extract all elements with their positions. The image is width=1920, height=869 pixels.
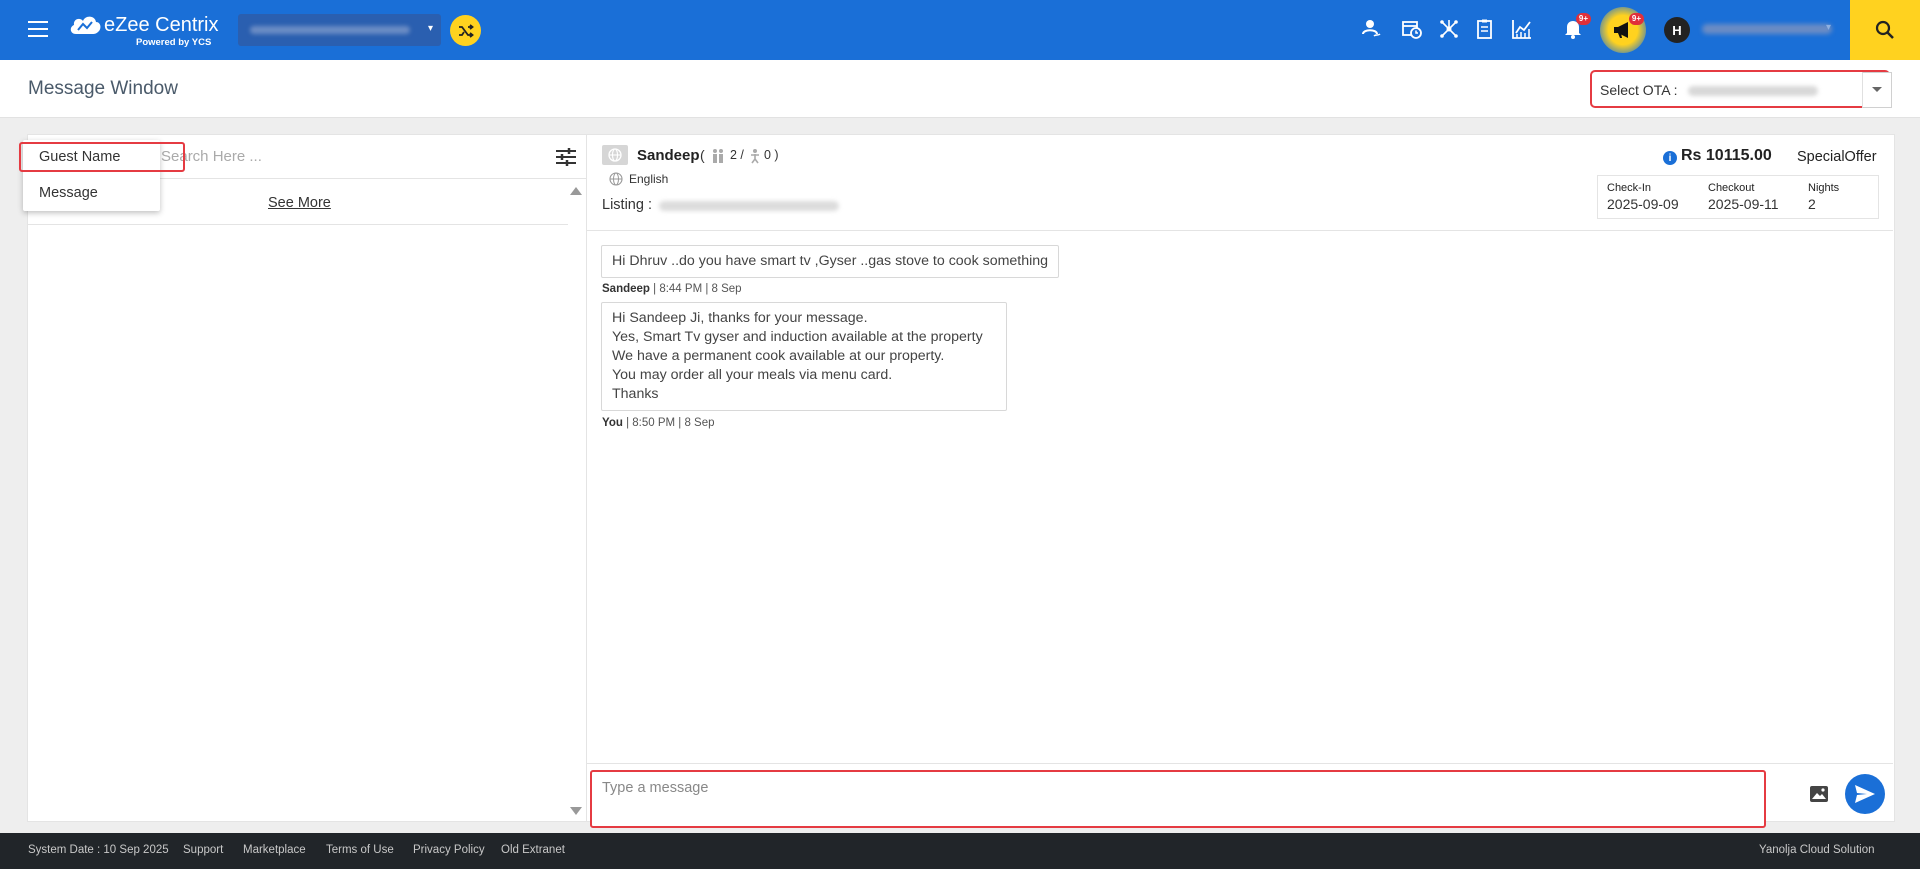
message-time: | 8:44 PM | 8 Sep xyxy=(649,283,742,295)
footer-link-privacy[interactable]: Privacy Policy xyxy=(413,844,485,856)
scroll-up-arrow[interactable] xyxy=(570,187,582,195)
ota-value-redacted xyxy=(1688,86,1818,96)
checkout-label: Checkout xyxy=(1708,182,1755,194)
message-line: Yes, Smart Tv gyser and induction availa… xyxy=(612,329,983,345)
info-icon[interactable]: i xyxy=(1663,151,1677,165)
search-field-dropdown: Guest Name Message xyxy=(19,140,185,211)
logo-text: eZee Centrix xyxy=(104,14,219,36)
send-button[interactable] xyxy=(1845,774,1885,814)
dropdown-item-message[interactable]: Message xyxy=(23,176,160,210)
message-thread: Hi Dhruv ..do you have smart tv ,Gyser .… xyxy=(587,232,1893,762)
message-time: | 8:50 PM | 8 Sep xyxy=(622,417,715,429)
conversation-header: Sandeep ( 2 / 0 ) English Listing : i Rs… xyxy=(587,135,1893,231)
nights-column: Nights 2 xyxy=(1808,182,1839,212)
guest-paren: ( xyxy=(700,147,705,163)
guest-name: Sandeep xyxy=(637,147,700,164)
ota-select[interactable]: Select OTA : xyxy=(1590,70,1890,108)
message-sender: Sandeep xyxy=(602,283,650,295)
message-input[interactable] xyxy=(602,780,1742,816)
checkin-value: 2025-09-09 xyxy=(1607,196,1679,212)
announcement-button[interactable]: 9+ xyxy=(1586,0,1660,60)
message-bubble-guest: Hi Dhruv ..do you have smart tv ,Gyser .… xyxy=(601,245,1060,278)
footer-link-old-extranet[interactable]: Old Extranet xyxy=(501,844,565,856)
clipboard-icon[interactable] xyxy=(1471,15,1499,43)
system-date: System Date : 10 Sep 2025 xyxy=(28,844,169,856)
menu-icon[interactable] xyxy=(28,21,48,37)
message-line: Hi Dhruv ..do you have smart tv ,Gyser .… xyxy=(612,253,1049,269)
compose-area xyxy=(587,763,1893,828)
message-line: We have a permanent cook available at ou… xyxy=(612,348,945,364)
adults-icon xyxy=(713,149,723,163)
footer-link-terms[interactable]: Terms of Use xyxy=(326,844,394,856)
nights-value: 2 xyxy=(1808,196,1816,212)
calendar-clock-icon[interactable] xyxy=(1398,15,1426,43)
footer-link-marketplace[interactable]: Marketplace xyxy=(243,844,306,856)
cloud-logo-icon xyxy=(70,16,101,34)
property-selector[interactable]: ▾ xyxy=(238,14,441,46)
message-input-box xyxy=(590,770,1766,828)
children-icon xyxy=(751,149,759,164)
ota-label: Select OTA : xyxy=(1600,82,1678,98)
caret-down-icon xyxy=(1872,87,1882,92)
chevron-down-icon: ▾ xyxy=(1826,22,1832,33)
message-meta: Sandeep | 8:44 PM | 8 Sep xyxy=(602,283,742,295)
search-input[interactable] xyxy=(161,143,541,169)
message-line: You may order all your meals via menu ca… xyxy=(612,367,893,383)
filter-sliders-icon[interactable] xyxy=(555,147,577,167)
ota-dropdown-toggle[interactable] xyxy=(1862,72,1892,108)
see-more-link[interactable]: See More xyxy=(268,195,331,211)
adults-count: 2 / xyxy=(730,148,744,162)
footer-brand: Yanolja Cloud Solution xyxy=(1759,844,1875,856)
checkin-column: Check-In 2025-09-09 xyxy=(1607,182,1679,212)
avatar[interactable]: H xyxy=(1664,17,1690,43)
language-globe-icon xyxy=(609,172,623,186)
property-name-redacted xyxy=(250,26,410,34)
channel-globe-icon xyxy=(602,145,628,165)
checkout-value: 2025-09-11 xyxy=(1708,196,1779,212)
image-attach-icon[interactable] xyxy=(1809,784,1829,804)
listing-value-redacted xyxy=(659,201,839,211)
guest-language: English xyxy=(629,172,669,186)
bell-icon[interactable]: 9+ xyxy=(1559,13,1591,43)
message-line: Thanks xyxy=(612,386,659,402)
message-line: Hi Sandeep Ji, thanks for your message. xyxy=(612,310,868,326)
message-bubble-host: Hi Sandeep Ji, thanks for your message. … xyxy=(601,302,1007,411)
listing-label: Listing : xyxy=(602,197,652,213)
message-sender: You xyxy=(602,417,623,429)
conversation-list-panel: See More xyxy=(27,134,587,822)
search-icon[interactable] xyxy=(1850,0,1920,60)
offer-type: SpecialOffer xyxy=(1797,149,1877,165)
app-logo[interactable]: eZee Centrix Powered by YCS xyxy=(68,12,228,52)
checkin-label: Check-In xyxy=(1607,182,1652,194)
stay-details: Check-In 2025-09-09 Checkout 2025-09-11 … xyxy=(1597,175,1879,219)
chart-icon[interactable] xyxy=(1508,15,1536,43)
dropdown-item-guest-name[interactable]: Guest Name xyxy=(19,142,185,172)
scroll-down-arrow[interactable] xyxy=(570,807,582,815)
booking-price: Rs 10115.00 xyxy=(1681,147,1772,164)
children-count: 0 ) xyxy=(764,148,779,162)
chevron-down-icon: ▾ xyxy=(427,23,433,34)
footer-link-support[interactable]: Support xyxy=(183,844,223,856)
footer: System Date : 10 Sep 2025 Support Market… xyxy=(0,833,1920,869)
top-navbar: eZee Centrix Powered by YCS ▾ 9+ 9+ H ▾ xyxy=(0,0,1920,60)
checkout-column: Checkout 2025-09-11 xyxy=(1708,182,1779,212)
message-meta: You | 8:50 PM | 8 Sep xyxy=(602,417,715,429)
page-title: Message Window xyxy=(28,78,178,99)
announcement-badge: 9+ xyxy=(1628,13,1644,25)
network-icon[interactable] xyxy=(1435,15,1463,43)
nights-label: Nights xyxy=(1808,182,1840,194)
user-name-redacted[interactable] xyxy=(1702,24,1832,34)
shuffle-icon[interactable] xyxy=(450,15,481,46)
logo-subtext: Powered by YCS xyxy=(136,37,212,48)
guest-icon[interactable] xyxy=(1357,15,1385,43)
send-icon xyxy=(1855,785,1875,803)
megaphone-icon[interactable]: 9+ xyxy=(1600,7,1646,53)
conversation-panel: Sandeep ( 2 / 0 ) English Listing : i Rs… xyxy=(587,134,1895,828)
divider xyxy=(28,224,568,225)
